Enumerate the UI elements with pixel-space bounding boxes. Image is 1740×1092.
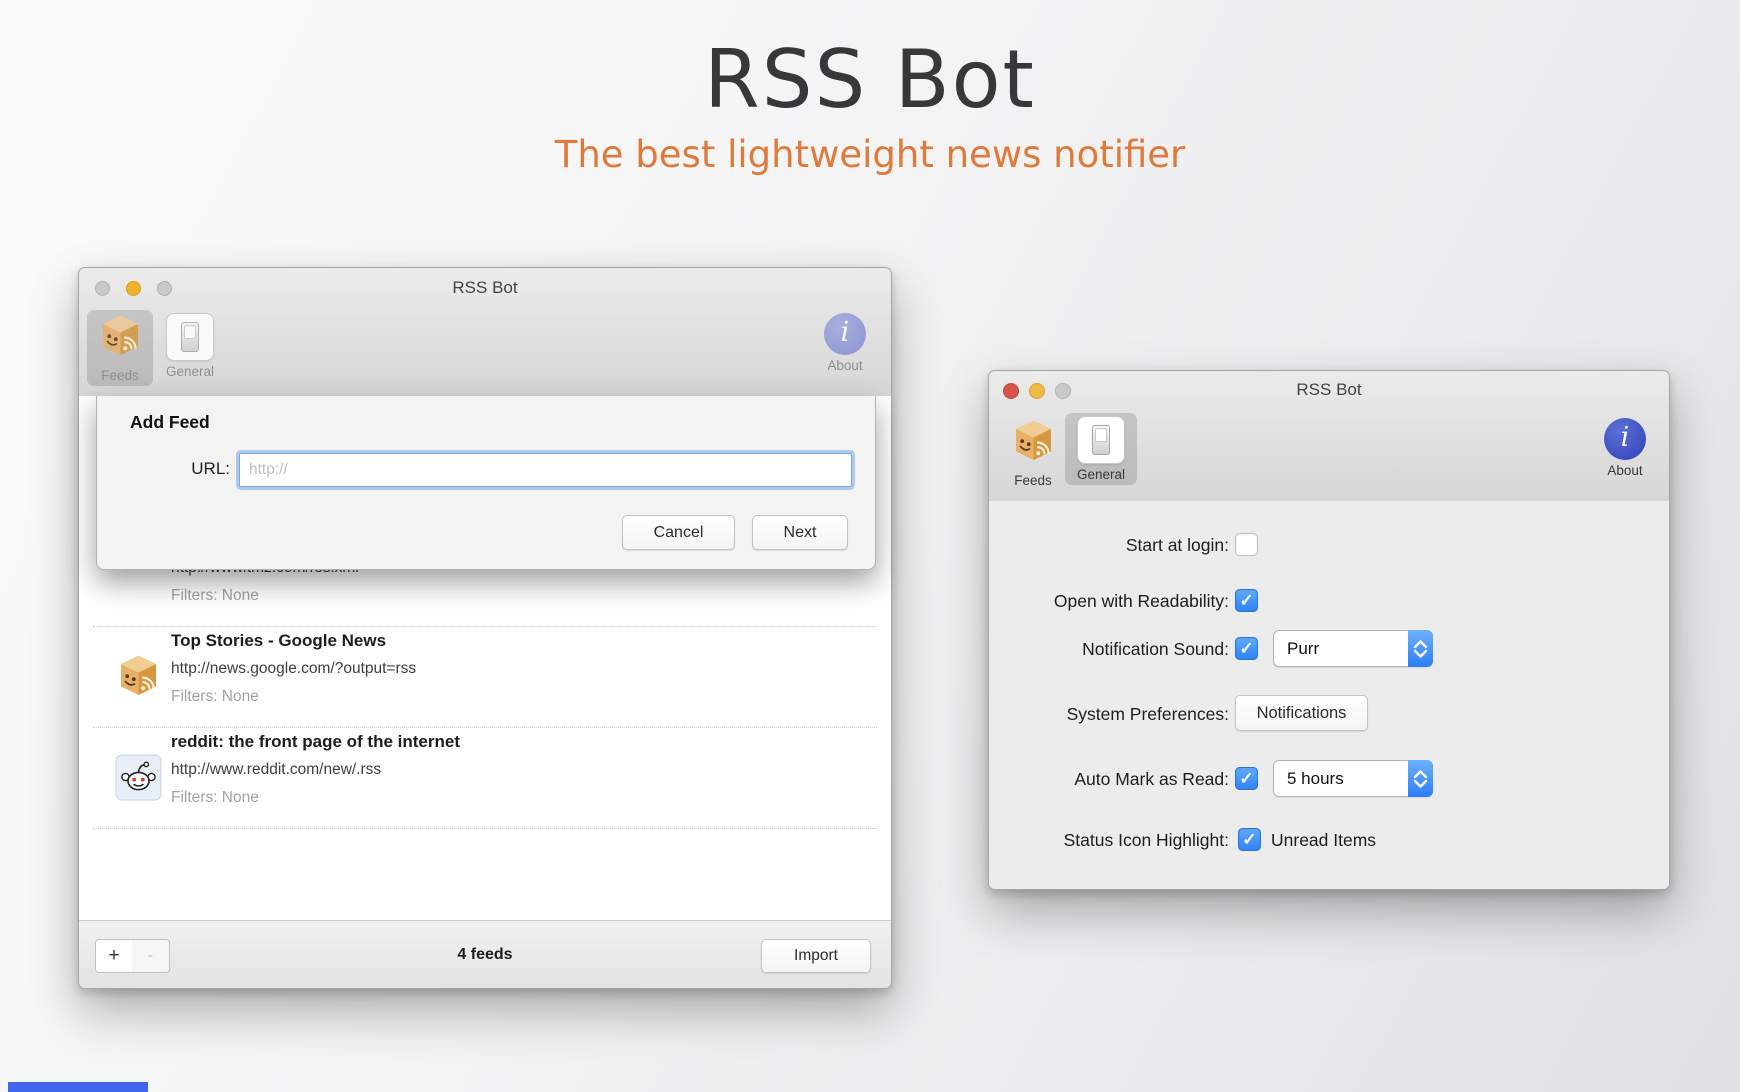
feed-url: http://news.google.com/?output=rss — [171, 660, 417, 677]
info-icon: i — [824, 313, 866, 355]
general-window: RSS Bot Feeds General i About Start at l… — [988, 370, 1670, 890]
url-input[interactable] — [239, 453, 852, 487]
feeds-footerbar: + - 4 feeds Import — [79, 920, 891, 988]
system-preferences-label: System Preferences: — [1066, 704, 1229, 724]
toolbar-tab-about[interactable]: i About — [1593, 415, 1657, 481]
feed-title: Top Stories - Google News — [171, 631, 387, 650]
feeds-window-titlebar[interactable]: RSS Bot — [79, 268, 891, 308]
toolbar-tab-about-label: About — [827, 358, 863, 373]
import-button[interactable]: Import — [761, 939, 871, 973]
player-progress-strip — [8, 1082, 148, 1092]
notification-sound-value: Purr — [1287, 639, 1320, 658]
rss-cube-icon — [115, 653, 162, 705]
toolbar-tab-about[interactable]: i About — [813, 310, 877, 376]
page-title: RSS Bot — [704, 33, 1036, 126]
switch-icon — [166, 313, 214, 361]
start-at-login-label: Start at login: — [1125, 535, 1229, 555]
toolbar-tab-general[interactable]: General — [155, 310, 225, 382]
feed-icon — [115, 754, 162, 801]
feed-title: reddit: the front page of the internet — [171, 732, 460, 751]
page-subtitle: The best lightweight news notifier — [554, 133, 1186, 176]
cancel-button[interactable]: Cancel — [622, 515, 735, 550]
url-label: URL: — [191, 459, 230, 478]
auto-mark-read-checkbox[interactable]: ✓ — [1235, 767, 1258, 790]
notification-sound-label: Notification Sound: — [1082, 639, 1229, 659]
feeds-window: RSS Bot Feeds General i About Filters: N… — [78, 267, 892, 989]
toolbar-tab-general-label: General — [1076, 467, 1126, 482]
page: RSS Bot The best lightweight news notifi… — [0, 0, 1740, 1092]
feed-list-item[interactable]: reddit: the front page of the internet h… — [93, 728, 877, 829]
window-title: RSS Bot — [1296, 380, 1362, 399]
auto-mark-read-value: 5 hours — [1287, 769, 1344, 788]
toolbar-tab-feeds[interactable]: Feeds — [1001, 415, 1065, 491]
feed-icon — [115, 653, 162, 700]
feed-list-item[interactable]: Top Stories - Google News http://news.go… — [93, 627, 877, 728]
feed-url: http://www.reddit.com/new/.rss — [171, 761, 382, 778]
toolbar-tab-feeds-label: Feeds — [101, 368, 139, 383]
add-feed-sheet: Add Feed URL: Cancel Next — [96, 396, 876, 570]
feed-filters: Filters: None — [171, 688, 259, 705]
general-window-titlebar[interactable]: RSS Bot — [989, 371, 1669, 409]
notifications-button[interactable]: Notifications — [1235, 695, 1368, 731]
rss-cube-icon — [1010, 418, 1057, 470]
auto-mark-read-label: Auto Mark as Read: — [1074, 769, 1229, 789]
toolbar-tab-general-label: General — [165, 364, 215, 379]
toolbar-tab-general[interactable]: General — [1065, 413, 1137, 485]
feeds-window-chrome: RSS Bot Feeds General i About — [79, 268, 891, 397]
stepper-icon[interactable] — [1408, 760, 1433, 797]
switch-icon — [1077, 416, 1125, 464]
reddit-icon — [115, 754, 162, 806]
notification-sound-checkbox[interactable]: ✓ — [1235, 637, 1258, 660]
status-icon-highlight-value: Unread Items — [1271, 830, 1377, 850]
toolbar-tab-feeds[interactable]: Feeds — [87, 310, 153, 386]
rss-cube-icon — [97, 313, 144, 365]
auto-mark-read-select[interactable]: 5 hours — [1273, 760, 1433, 797]
info-icon: i — [1604, 418, 1646, 460]
toolbar-tab-about-label: About — [1607, 463, 1643, 478]
feed-filters: Filters: None — [171, 789, 259, 806]
hero-header: RSS Bot The best lightweight news notifi… — [0, 33, 1740, 176]
feed-list: http://www.tmz.com/rss.xml Filters: None… — [79, 526, 891, 829]
feed-filters: Filters: None — [171, 587, 259, 604]
status-icon-highlight-checkbox[interactable]: ✓ — [1238, 828, 1261, 851]
notification-sound-select[interactable]: Purr — [1273, 630, 1433, 667]
stepper-icon[interactable] — [1408, 630, 1433, 667]
start-at-login-checkbox[interactable]: ✓ — [1235, 533, 1258, 556]
open-with-readability-label: Open with Readability: — [1053, 591, 1229, 611]
toolbar-tab-feeds-label: Feeds — [1014, 473, 1052, 488]
next-button[interactable]: Next — [752, 515, 848, 550]
sheet-title: Add Feed — [130, 412, 210, 432]
window-title: RSS Bot — [452, 278, 518, 297]
open-with-readability-checkbox[interactable]: ✓ — [1235, 589, 1258, 612]
general-settings: Start at login: ✓ Open with Readability:… — [989, 501, 1669, 889]
status-icon-highlight-label: Status Icon Highlight: — [1063, 830, 1229, 850]
general-window-chrome: RSS Bot Feeds General i About — [989, 371, 1669, 502]
